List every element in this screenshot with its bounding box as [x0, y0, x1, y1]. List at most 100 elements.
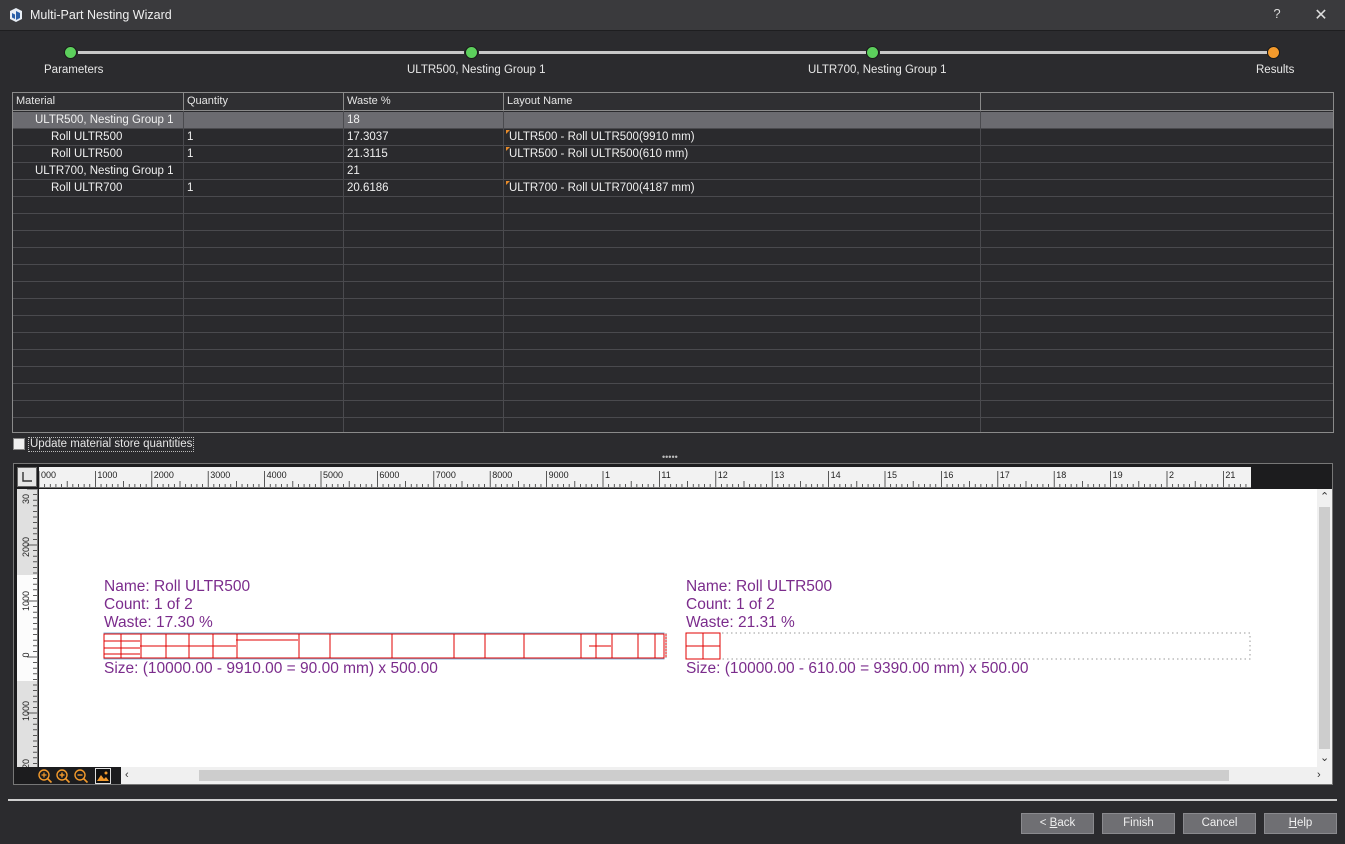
window-title: Multi-Part Nesting Wizard	[30, 8, 172, 22]
table-cell-layout: ULTR700 - Roll ULTR700(4187 mm)	[504, 180, 980, 196]
table-row[interactable]	[13, 248, 1333, 265]
layout-name-text: ULTR500 - Roll ULTR500(610 mm)	[509, 148, 689, 160]
splitter-grip-icon[interactable]: •••••	[662, 453, 678, 462]
vertical-scroll-thumb[interactable]	[1319, 507, 1330, 749]
ruler-label: 14	[831, 470, 841, 480]
step-dot-ultr500	[465, 46, 478, 59]
table-cell-quantity: 1	[187, 131, 194, 143]
ruler-label: 000	[41, 470, 56, 480]
table-cell-waste: 17.3037	[347, 131, 389, 143]
grid-header: Material Quantity Waste % Layout Name	[13, 93, 1333, 111]
table-cell-quantity	[184, 112, 343, 128]
table-row[interactable]	[13, 265, 1333, 282]
table-row[interactable]: Roll ULTR500 1 17.3037 ULTR500 - Roll ULTR5…	[13, 129, 1333, 146]
table-row[interactable]: ULTR500, Nesting Group 1 18	[13, 112, 1333, 129]
ruler-label: 18	[1056, 470, 1066, 480]
table-cell-quantity	[184, 163, 343, 179]
table-cell-layout: ULTR500 - Roll ULTR500(9910 mm)	[504, 129, 980, 145]
table-row[interactable]	[13, 350, 1333, 367]
step-connector	[78, 51, 464, 54]
preview-vertical-scrollbar[interactable]: ⌃ ⌄	[1317, 489, 1332, 767]
table-row[interactable]	[13, 299, 1333, 316]
title-bar: Multi-Part Nesting Wizard ? ✕	[0, 0, 1345, 31]
help-button[interactable]: Help	[1264, 813, 1337, 834]
zoom-extents-icon[interactable]	[37, 768, 53, 784]
column-header-layout-name[interactable]: Layout Name	[504, 93, 981, 111]
layout-2-name: Name: Roll ULTR500	[686, 578, 833, 595]
scroll-up-icon[interactable]: ⌃	[1320, 492, 1329, 503]
app-logo-icon	[10, 8, 22, 22]
table-cell-waste: 20.6186	[347, 182, 389, 194]
ruler-label: 9000	[549, 470, 569, 480]
table-row[interactable]	[13, 401, 1333, 418]
table-cell-material: Roll ULTR700	[51, 182, 123, 194]
zoom-out-icon[interactable]	[73, 768, 89, 784]
table-cell-waste: 21	[347, 165, 360, 177]
horizontal-scroll-thumb[interactable]	[199, 770, 1229, 781]
table-row[interactable]	[13, 282, 1333, 299]
ruler-label: 16	[943, 470, 953, 480]
preview-horizontal-scrollbar[interactable]: ‹ ›	[121, 767, 1332, 784]
zoom-in-icon[interactable]	[55, 768, 71, 784]
table-row[interactable]	[13, 367, 1333, 384]
back-button[interactable]: < Back	[1021, 813, 1094, 834]
table-row[interactable]	[13, 316, 1333, 333]
ruler-label: 17	[1000, 470, 1010, 480]
column-header-quantity[interactable]: Quantity	[184, 93, 344, 111]
ruler-visible-range	[17, 575, 37, 681]
update-store-label[interactable]: Update material store quantities	[28, 437, 195, 452]
table-cell-layout: ULTR500 - Roll ULTR500(610 mm)	[504, 146, 980, 162]
table-cell-material: ULTR500, Nesting Group 1	[35, 114, 174, 126]
scroll-down-icon[interactable]: ⌄	[1320, 753, 1329, 764]
table-cell-material: ULTR700, Nesting Group 1	[35, 165, 174, 177]
layout-1-size: Size: (10000.00 - 9910.00 = 90.00 mm) x …	[104, 660, 438, 677]
layout-name-text: ULTR700 - Roll ULTR700(4187 mm)	[509, 182, 695, 194]
table-row[interactable]	[13, 418, 1333, 432]
table-cell-material: Roll ULTR500	[51, 131, 123, 143]
close-button[interactable]: ✕	[1310, 5, 1332, 25]
table-row[interactable]	[13, 197, 1333, 214]
step-connector	[880, 51, 1267, 54]
cell-note-flag-icon	[506, 147, 510, 151]
table-cell-waste: 18	[347, 114, 360, 126]
table-row[interactable]	[13, 384, 1333, 401]
ruler-label: 1000	[97, 470, 117, 480]
grid-column-divider	[183, 111, 184, 432]
finish-button[interactable]: Finish	[1102, 813, 1175, 834]
table-row[interactable]	[13, 214, 1333, 231]
table-row[interactable]	[13, 231, 1333, 248]
ruler-label: 2000	[21, 537, 31, 557]
table-row[interactable]	[13, 333, 1333, 350]
layout-1-count: Count: 1 of 2	[104, 596, 193, 613]
table-cell-layout	[504, 112, 980, 128]
ruler-label: 1	[605, 470, 610, 480]
grid-column-divider	[343, 111, 344, 432]
help-title-button[interactable]: ?	[1270, 6, 1284, 24]
column-header-waste[interactable]: Waste %	[344, 93, 504, 111]
nesting-preview-panel: 000 1000 2000 3000 4000 5000 6000 7000 8000 9000 1…	[13, 463, 1333, 785]
ruler-label: 19	[1113, 470, 1123, 480]
image-view-icon[interactable]	[95, 768, 111, 784]
update-store-checkbox[interactable]	[13, 438, 25, 450]
column-header-material[interactable]: Material	[13, 93, 184, 111]
cancel-button[interactable]: Cancel	[1183, 813, 1256, 834]
scroll-left-icon[interactable]: ‹	[125, 770, 129, 781]
layout-1-nest-drawing[interactable]	[103, 632, 673, 662]
scroll-right-icon[interactable]: ›	[1317, 770, 1321, 781]
ruler-label: 4000	[267, 470, 287, 480]
layout-2-size: Size: (10000.00 - 610.00 = 9390.00 mm) x…	[686, 660, 1029, 677]
table-row[interactable]: Roll ULTR700 1 20.6186 ULTR700 - Roll ULTR7…	[13, 180, 1333, 197]
layout-1-parts	[103, 633, 667, 659]
vertical-ruler: 30 2000 1000 0 1000 20	[17, 489, 38, 769]
layout-2-nest-drawing[interactable]	[685, 632, 1255, 662]
ruler-label: 1000	[21, 591, 31, 611]
results-grid[interactable]: Material Quantity Waste % Layout Name UL…	[12, 92, 1334, 433]
ruler-label: 15	[887, 470, 897, 480]
nesting-canvas[interactable]: Name: Roll ULTR500 Count: 1 of 2 Waste: …	[39, 489, 1317, 767]
table-cell-quantity: 1	[187, 182, 194, 194]
step-label-parameters: Parameters	[44, 64, 104, 76]
ruler-corner-icon[interactable]	[17, 467, 37, 487]
table-row[interactable]: ULTR700, Nesting Group 1 21	[13, 163, 1333, 180]
table-row[interactable]: Roll ULTR500 1 21.3115 ULTR500 - Roll ULTR5…	[13, 146, 1333, 163]
table-cell-waste: 21.3115	[347, 148, 388, 160]
